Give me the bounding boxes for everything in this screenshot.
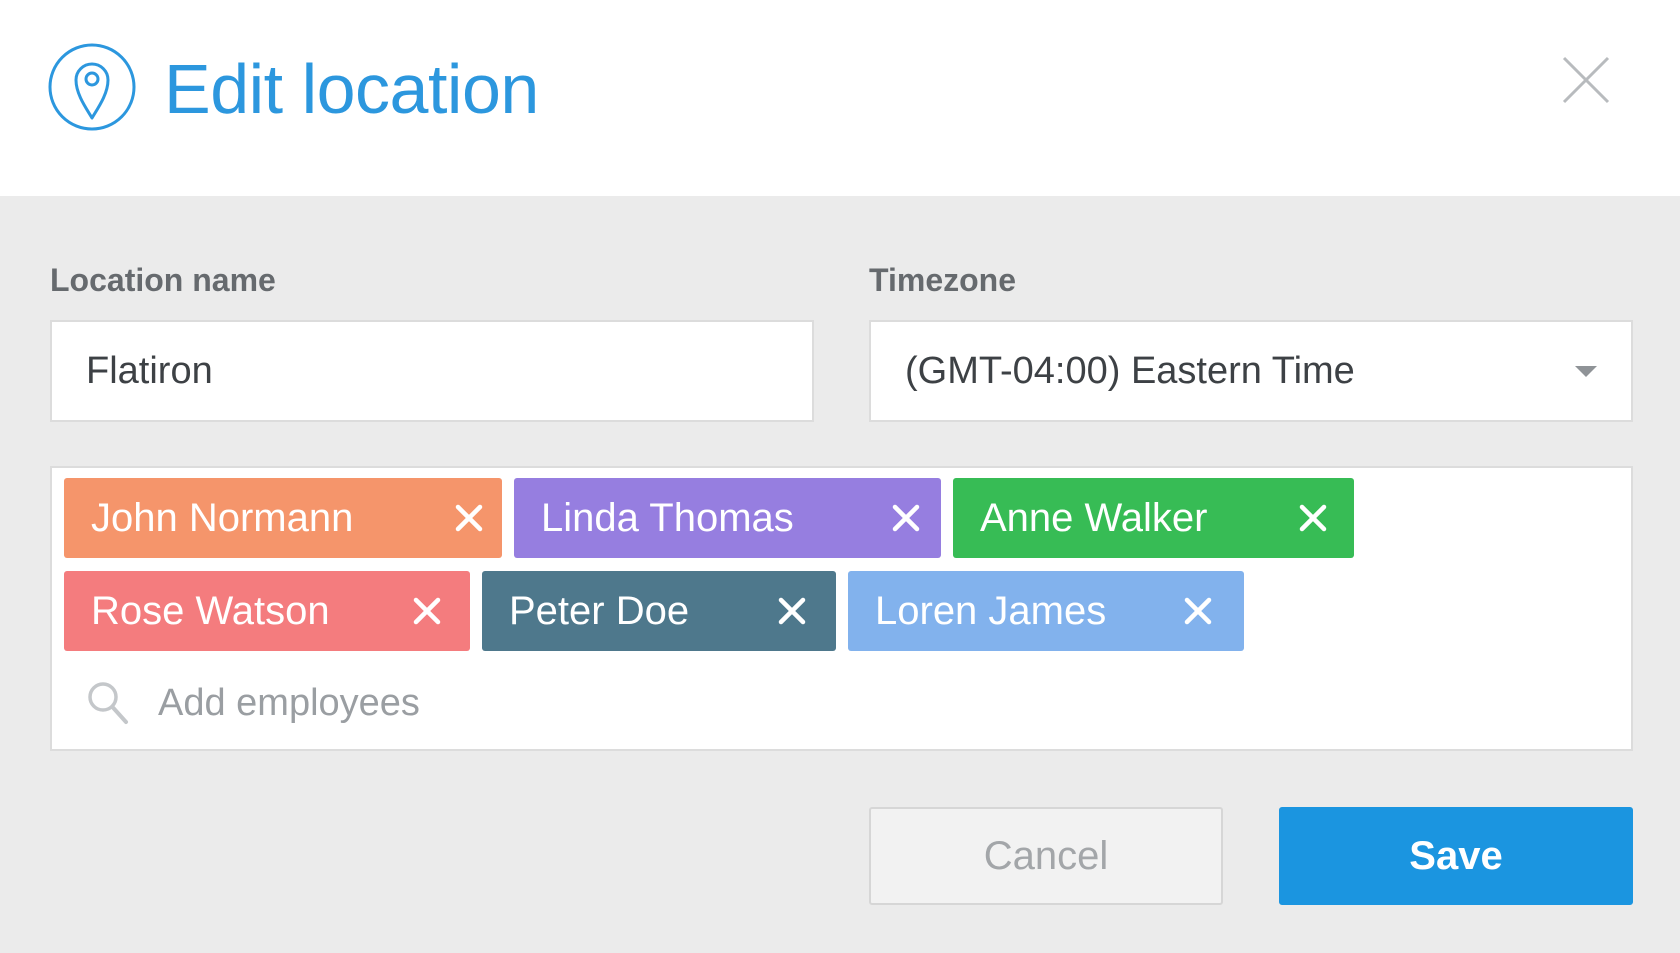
remove-chip-icon[interactable] bbox=[455, 504, 483, 532]
employee-chip-label: Peter Doe bbox=[509, 589, 690, 633]
timezone-select[interactable]: (GMT-04:00) Eastern Time bbox=[869, 320, 1633, 422]
timezone-selected-value: (GMT-04:00) Eastern Time bbox=[905, 350, 1355, 392]
location-name-field[interactable] bbox=[50, 320, 814, 422]
employee-chip[interactable]: Linda Thomas bbox=[514, 478, 941, 558]
employee-chip[interactable]: John Normann bbox=[64, 478, 502, 558]
remove-chip-icon[interactable] bbox=[413, 597, 441, 625]
close-icon[interactable] bbox=[1560, 54, 1612, 106]
timezone-label: Timezone bbox=[869, 262, 1016, 298]
employee-chip-label: Loren James bbox=[875, 589, 1107, 633]
employee-chip[interactable]: Loren James bbox=[848, 571, 1244, 651]
chevron-down-icon bbox=[1575, 366, 1597, 377]
dialog-header: Edit location bbox=[0, 0, 1680, 196]
dialog-title: Edit location bbox=[164, 50, 539, 128]
remove-chip-icon[interactable] bbox=[778, 597, 806, 625]
employee-chip-label: Rose Watson bbox=[91, 589, 330, 633]
employee-chip[interactable]: Peter Doe bbox=[482, 571, 836, 651]
employee-picker[interactable]: John Normann Linda Thomas Anne Walker Rose … bbox=[50, 466, 1633, 751]
employee-chip[interactable]: Anne Walker bbox=[953, 478, 1354, 558]
remove-chip-icon[interactable] bbox=[892, 504, 920, 532]
employee-chip-label: John Normann bbox=[91, 496, 354, 540]
location-pin-icon bbox=[48, 43, 136, 131]
add-employees-input[interactable] bbox=[158, 668, 958, 738]
employee-chip[interactable]: Rose Watson bbox=[64, 571, 470, 651]
search-icon bbox=[88, 682, 128, 724]
location-name-label: Location name bbox=[50, 262, 276, 298]
remove-chip-icon[interactable] bbox=[1299, 504, 1327, 532]
remove-chip-icon[interactable] bbox=[1184, 597, 1212, 625]
location-name-input[interactable] bbox=[86, 322, 786, 420]
employee-chip-label: Linda Thomas bbox=[541, 496, 794, 540]
edit-location-dialog: Edit location Location name Timezone (GM… bbox=[0, 0, 1680, 953]
save-button[interactable]: Save bbox=[1279, 807, 1633, 905]
employee-chip-label: Anne Walker bbox=[980, 496, 1208, 540]
cancel-button[interactable]: Cancel bbox=[869, 807, 1223, 905]
